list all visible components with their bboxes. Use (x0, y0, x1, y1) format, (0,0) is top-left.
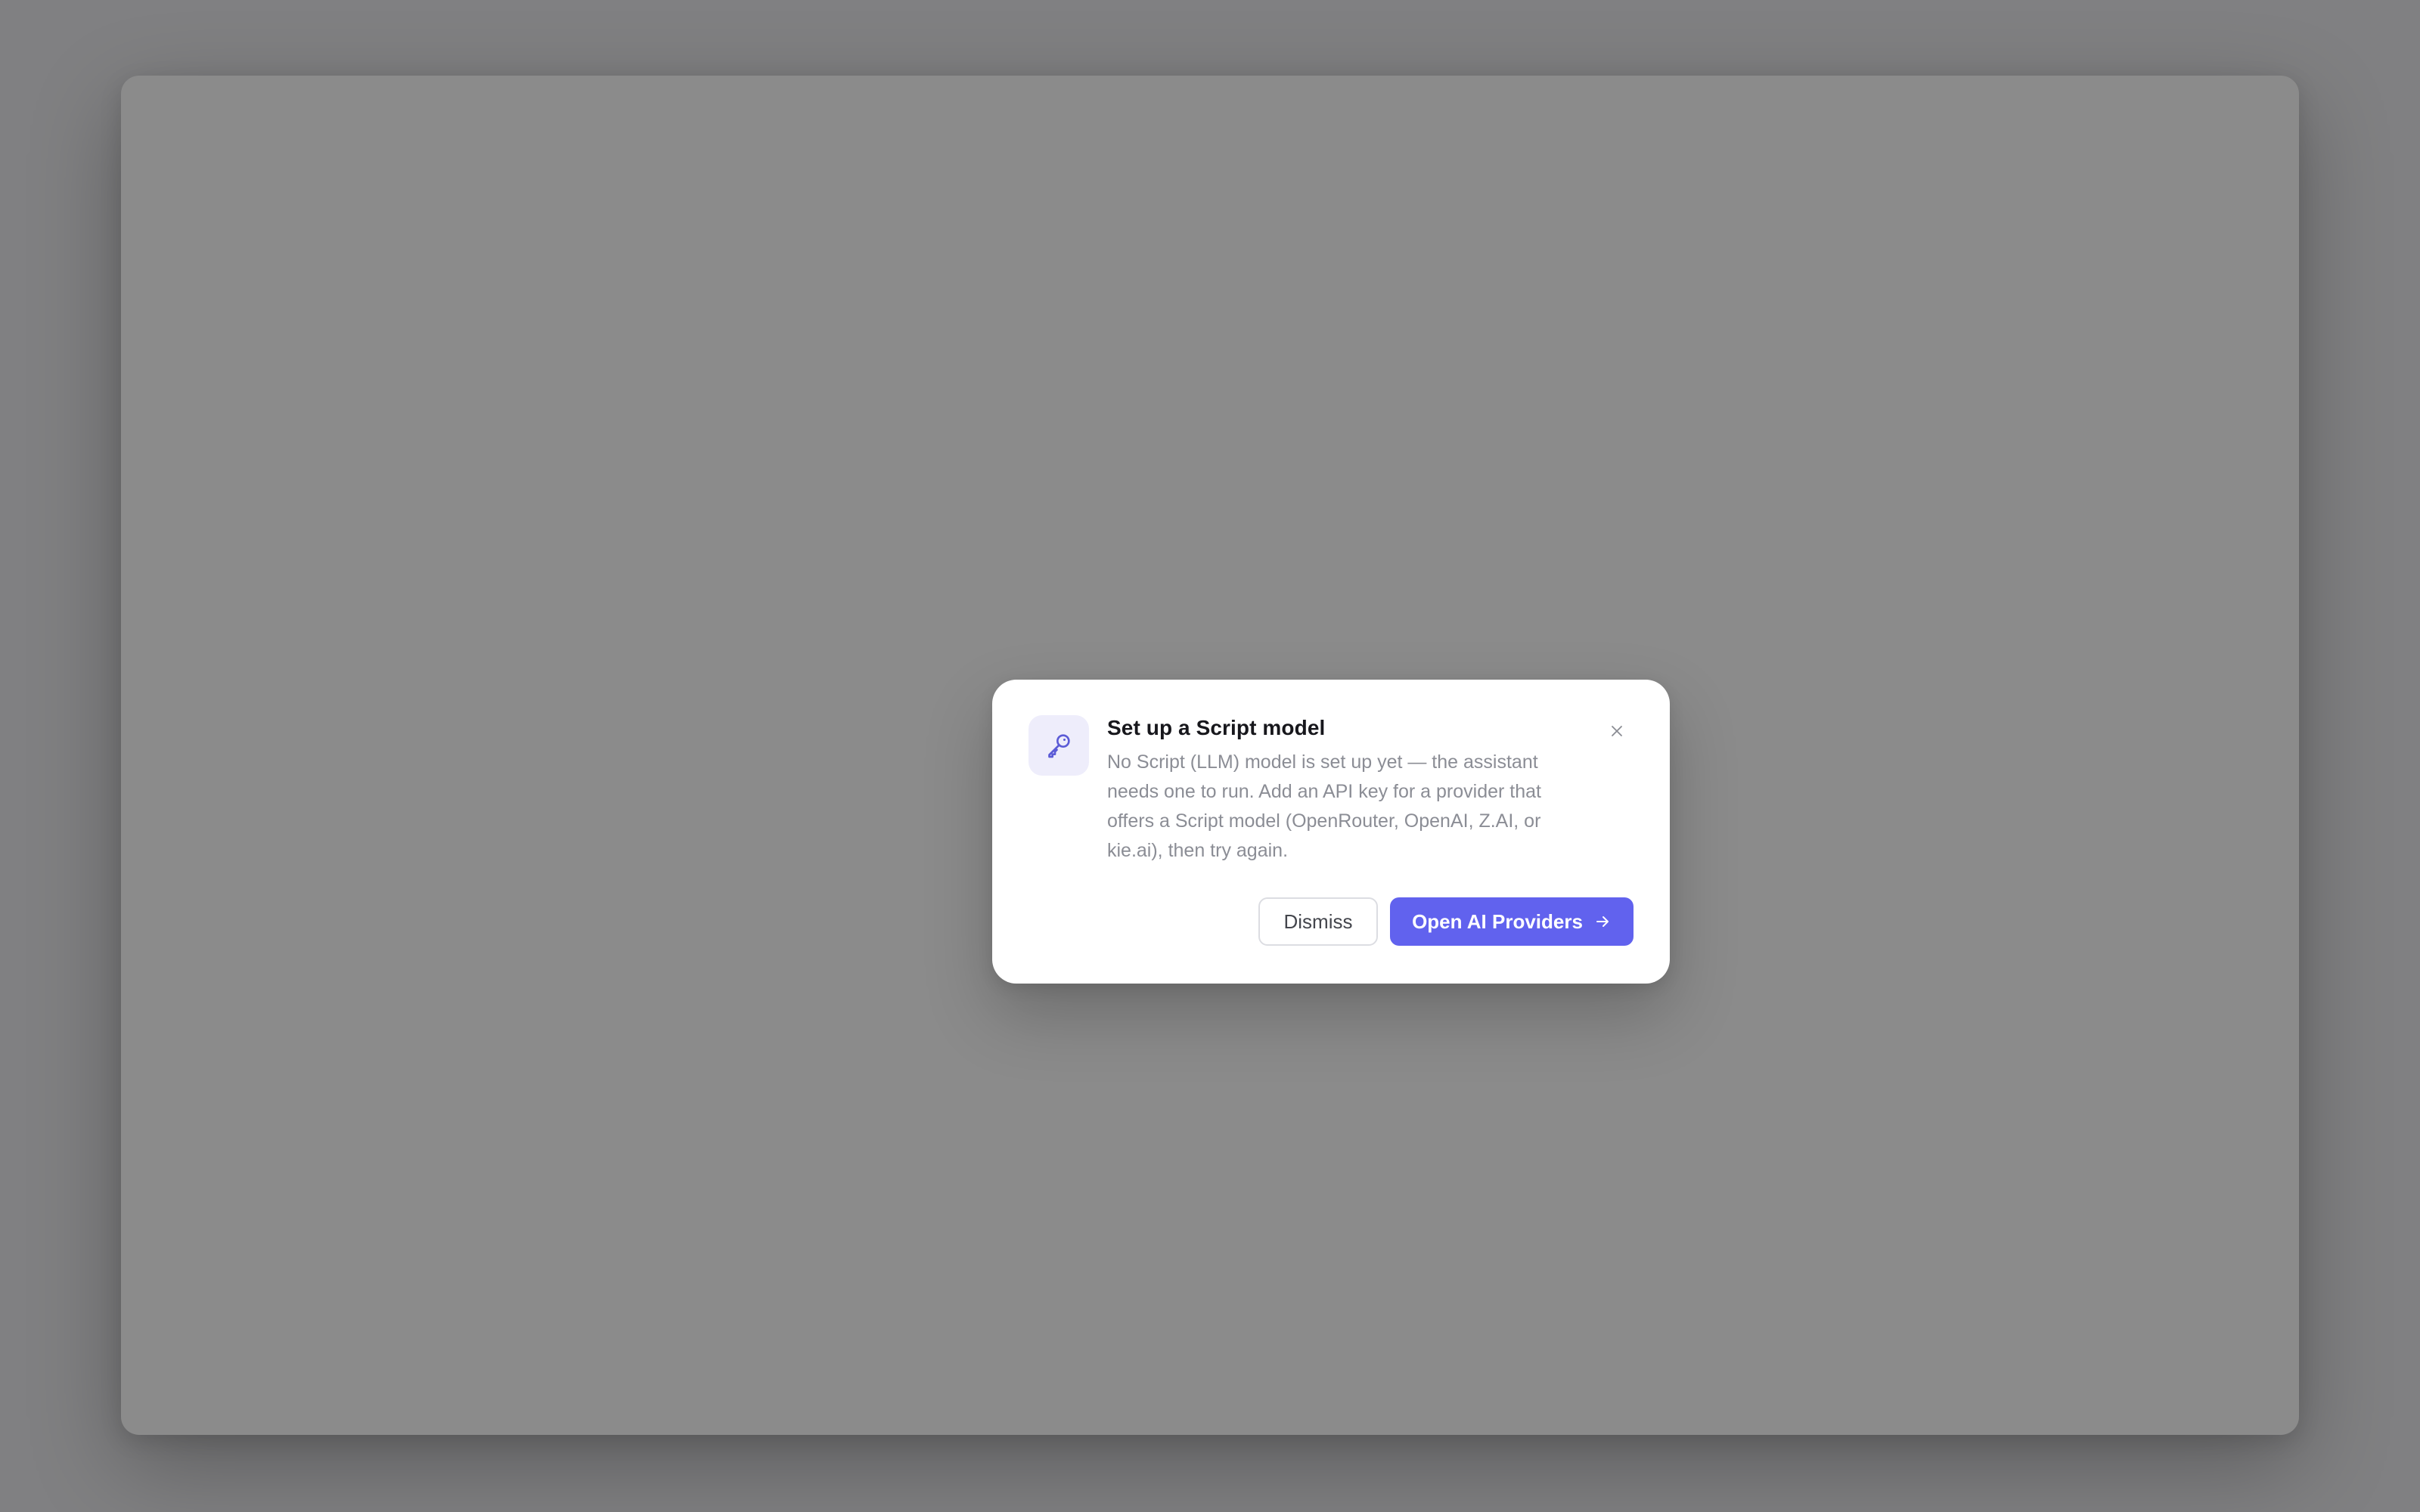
key-icon (1044, 730, 1074, 761)
open-ai-providers-label: Open AI Providers (1412, 909, 1583, 933)
arrow-right-icon (1593, 912, 1612, 931)
dialog-title: Set up a Script model (1107, 716, 1326, 739)
close-button[interactable] (1603, 717, 1630, 745)
dialog-message: No Script (LLM) model is set up yet — th… (1107, 751, 1541, 861)
setup-script-model-dialog: Set up a Script model No Script (LLM) mo… (992, 680, 1670, 984)
dismiss-button[interactable]: Dismiss (1258, 897, 1378, 946)
app-window: Set up a Script model No Script (LLM) mo… (121, 76, 2299, 1435)
open-ai-providers-button[interactable]: Open AI Providers (1390, 897, 1634, 946)
close-icon (1608, 722, 1626, 740)
key-icon-tile (1028, 715, 1089, 776)
